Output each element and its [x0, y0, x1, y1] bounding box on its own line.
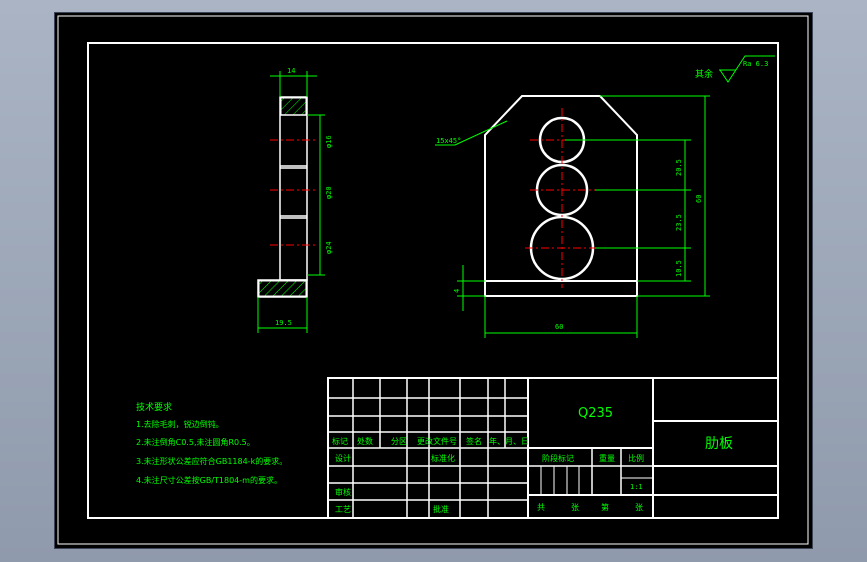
tech-item-2: 2.未注倒角C0.5,未注圆角R0.5。 [136, 437, 255, 447]
label-review: 审核 [335, 487, 351, 497]
cad-viewport[interactable]: 14 19.5 φ16 φ20 φ24 60 60 20.5 23.5 10.5… [54, 12, 813, 549]
sheet-index: 第 [601, 502, 609, 512]
side-hatch-bottom [258, 280, 307, 297]
header-date: 年、月、日 [489, 436, 529, 446]
label-approve: 批准 [433, 504, 449, 514]
side-dim-phi16: φ16 [325, 135, 333, 148]
label-design: 设计 [335, 453, 351, 463]
sheet-unit: 张 [571, 503, 579, 512]
side-dim-top: 14 [287, 67, 295, 75]
tech-item-1: 1.去除毛刺，锐边倒钝。 [136, 419, 224, 429]
roughness-value: Ra 6.3 [743, 60, 768, 68]
front-dim-a: 20.5 [675, 159, 683, 176]
front-dim-width: 60 [555, 323, 563, 331]
label-stage-mark: 阶段标记 [542, 453, 574, 463]
side-dim-phi20: φ20 [325, 186, 333, 199]
side-hatch-top [280, 97, 307, 116]
label-weight: 重量 [599, 453, 615, 463]
side-dim-phi24: φ24 [325, 241, 333, 254]
front-view: 60 60 20.5 23.5 10.5 4 15x45° [435, 95, 710, 338]
front-dim-height: 60 [695, 195, 703, 203]
tech-item-3: 3.未注形状公差应符合GB1184-k的要求。 [136, 456, 287, 466]
side-view: 14 19.5 φ16 φ20 φ24 [257, 67, 333, 333]
front-dim-base: 4 [453, 289, 461, 293]
label-standardize: 标准化 [431, 453, 455, 463]
roughness-symbol: 其余 Ra 6.3 [695, 55, 775, 83]
front-dim-b: 23.5 [675, 214, 683, 231]
sheet-total: 共 [537, 503, 545, 512]
tech-requirements: 技术要求 1.去除毛刺，锐边倒钝。 2.未注倒角C0.5,未注圆角R0.5。 3… [136, 401, 287, 485]
front-dim-c: 10.5 [675, 260, 683, 277]
roughness-prefix: 其余 [695, 68, 713, 80]
label-scale: 比例 [628, 453, 644, 463]
header-mark: 标记 [332, 436, 348, 446]
part-name: 肋板 [705, 436, 733, 452]
header-count: 处数 [357, 436, 373, 446]
side-dim-bottom: 19.5 [275, 319, 292, 327]
label-process: 工艺 [335, 505, 351, 514]
material: Q235 [578, 406, 613, 421]
scale-value: 1:1 [630, 483, 643, 491]
tech-item-4: 4.未注尺寸公差按GB/T1804-m的要求。 [136, 475, 282, 485]
tech-title: 技术要求 [136, 401, 172, 413]
header-zone: 分区 [391, 437, 407, 446]
header-change-doc: 更改文件号 [417, 436, 457, 446]
sheet-unit2: 张 [635, 503, 643, 512]
title-block-text: Q235 肋板 标记 处数 分区 更改文件号 签名 年、月、日 设计 标准化 审… [332, 406, 733, 514]
drawing-canvas: 14 19.5 φ16 φ20 φ24 60 60 20.5 23.5 10.5… [57, 15, 809, 545]
front-chamfer: 15x45° [436, 137, 461, 145]
header-sign: 签名 [466, 436, 482, 446]
